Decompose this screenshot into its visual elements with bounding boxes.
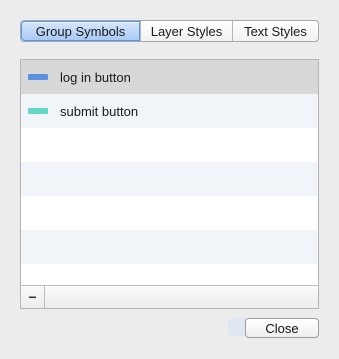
empty-row	[21, 162, 318, 196]
symbols-table: log in button submit button −	[20, 59, 319, 309]
table-rows: log in button submit button	[21, 60, 318, 286]
tab-group-symbols[interactable]: Group Symbols	[21, 21, 140, 41]
list-item[interactable]: submit button	[21, 94, 318, 128]
table-footer-bar: −	[21, 285, 318, 308]
tab-layer-styles[interactable]: Layer Styles	[140, 21, 232, 41]
tab-text-styles[interactable]: Text Styles	[232, 21, 318, 41]
remove-button[interactable]: −	[21, 286, 45, 308]
empty-row	[21, 264, 318, 286]
empty-row	[21, 230, 318, 264]
symbol-thumbnail-icon	[28, 108, 48, 114]
empty-row	[21, 128, 318, 162]
symbol-thumbnail-icon	[28, 74, 48, 80]
close-button[interactable]: Close	[245, 318, 319, 338]
list-item-label: submit button	[60, 103, 139, 119]
empty-row	[21, 196, 318, 230]
list-item[interactable]: log in button	[21, 60, 318, 94]
list-item-label: log in button	[60, 69, 131, 85]
segmented-control: Group Symbols Layer Styles Text Styles	[20, 20, 319, 42]
